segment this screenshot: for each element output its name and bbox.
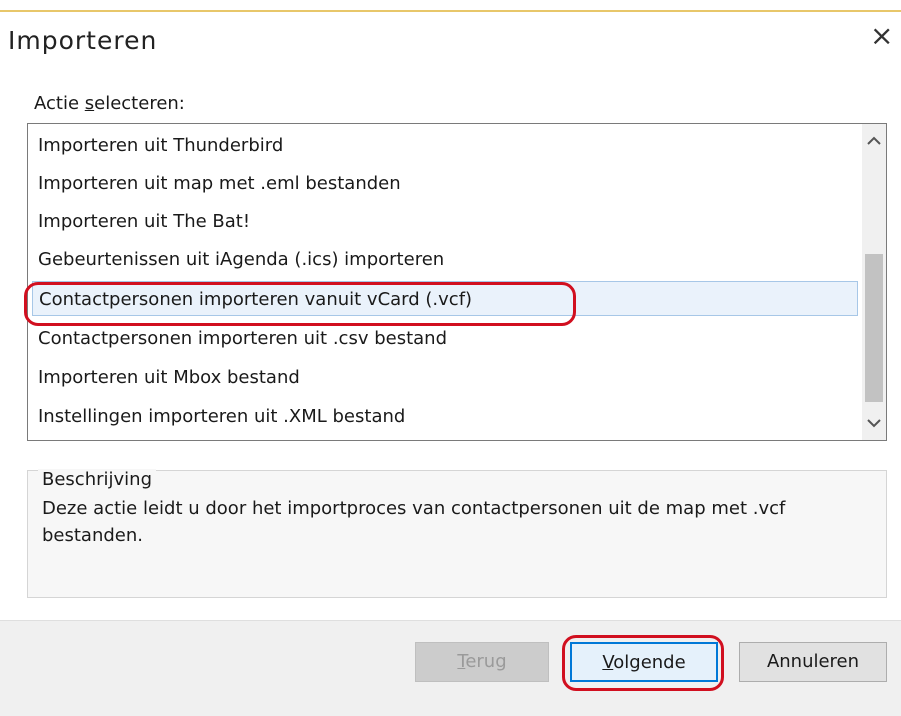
description-title: Beschrijving — [38, 469, 156, 490]
description-box: Beschrijving Deze actie leidt u door het… — [27, 469, 887, 598]
action-select-label: Actie selecteren: — [34, 93, 185, 114]
close-icon[interactable]: × — [870, 22, 893, 50]
cancel-button[interactable]: Annuleren — [739, 642, 887, 682]
list-item[interactable]: Importeren uit Thunderbird — [32, 128, 858, 163]
description-text: Deze actie leidt u door het importproces… — [42, 498, 786, 546]
list-item[interactable]: Importeren uit map met .eml bestanden — [32, 166, 858, 201]
button-bar: Terug Volgende Annuleren — [0, 620, 901, 716]
list-item-selected[interactable]: Contactpersonen importeren vanuit vCard … — [32, 281, 858, 316]
list-scrollbar[interactable] — [862, 124, 886, 440]
scroll-thumb[interactable] — [865, 254, 883, 402]
chevron-up-icon[interactable] — [862, 130, 886, 154]
action-listbox[interactable]: Importeren uit Thunderbird Importeren ui… — [27, 123, 887, 441]
next-button[interactable]: Volgende — [570, 642, 718, 682]
list-item[interactable]: Importeren uit The Bat! — [32, 204, 858, 239]
chevron-down-icon[interactable] — [862, 412, 886, 436]
list-item[interactable]: Contactpersonen importeren uit .csv best… — [32, 321, 858, 356]
list-item[interactable]: Instellingen importeren uit .XML bestand — [32, 399, 858, 434]
back-button[interactable]: Terug — [415, 642, 549, 682]
list-item[interactable]: Importeren uit Mbox bestand — [32, 360, 858, 395]
window-top-edge — [0, 0, 901, 12]
dialog-title: Importeren — [8, 26, 158, 55]
list-item[interactable]: Gebeurtenissen uit iAgenda (.ics) import… — [32, 242, 858, 277]
